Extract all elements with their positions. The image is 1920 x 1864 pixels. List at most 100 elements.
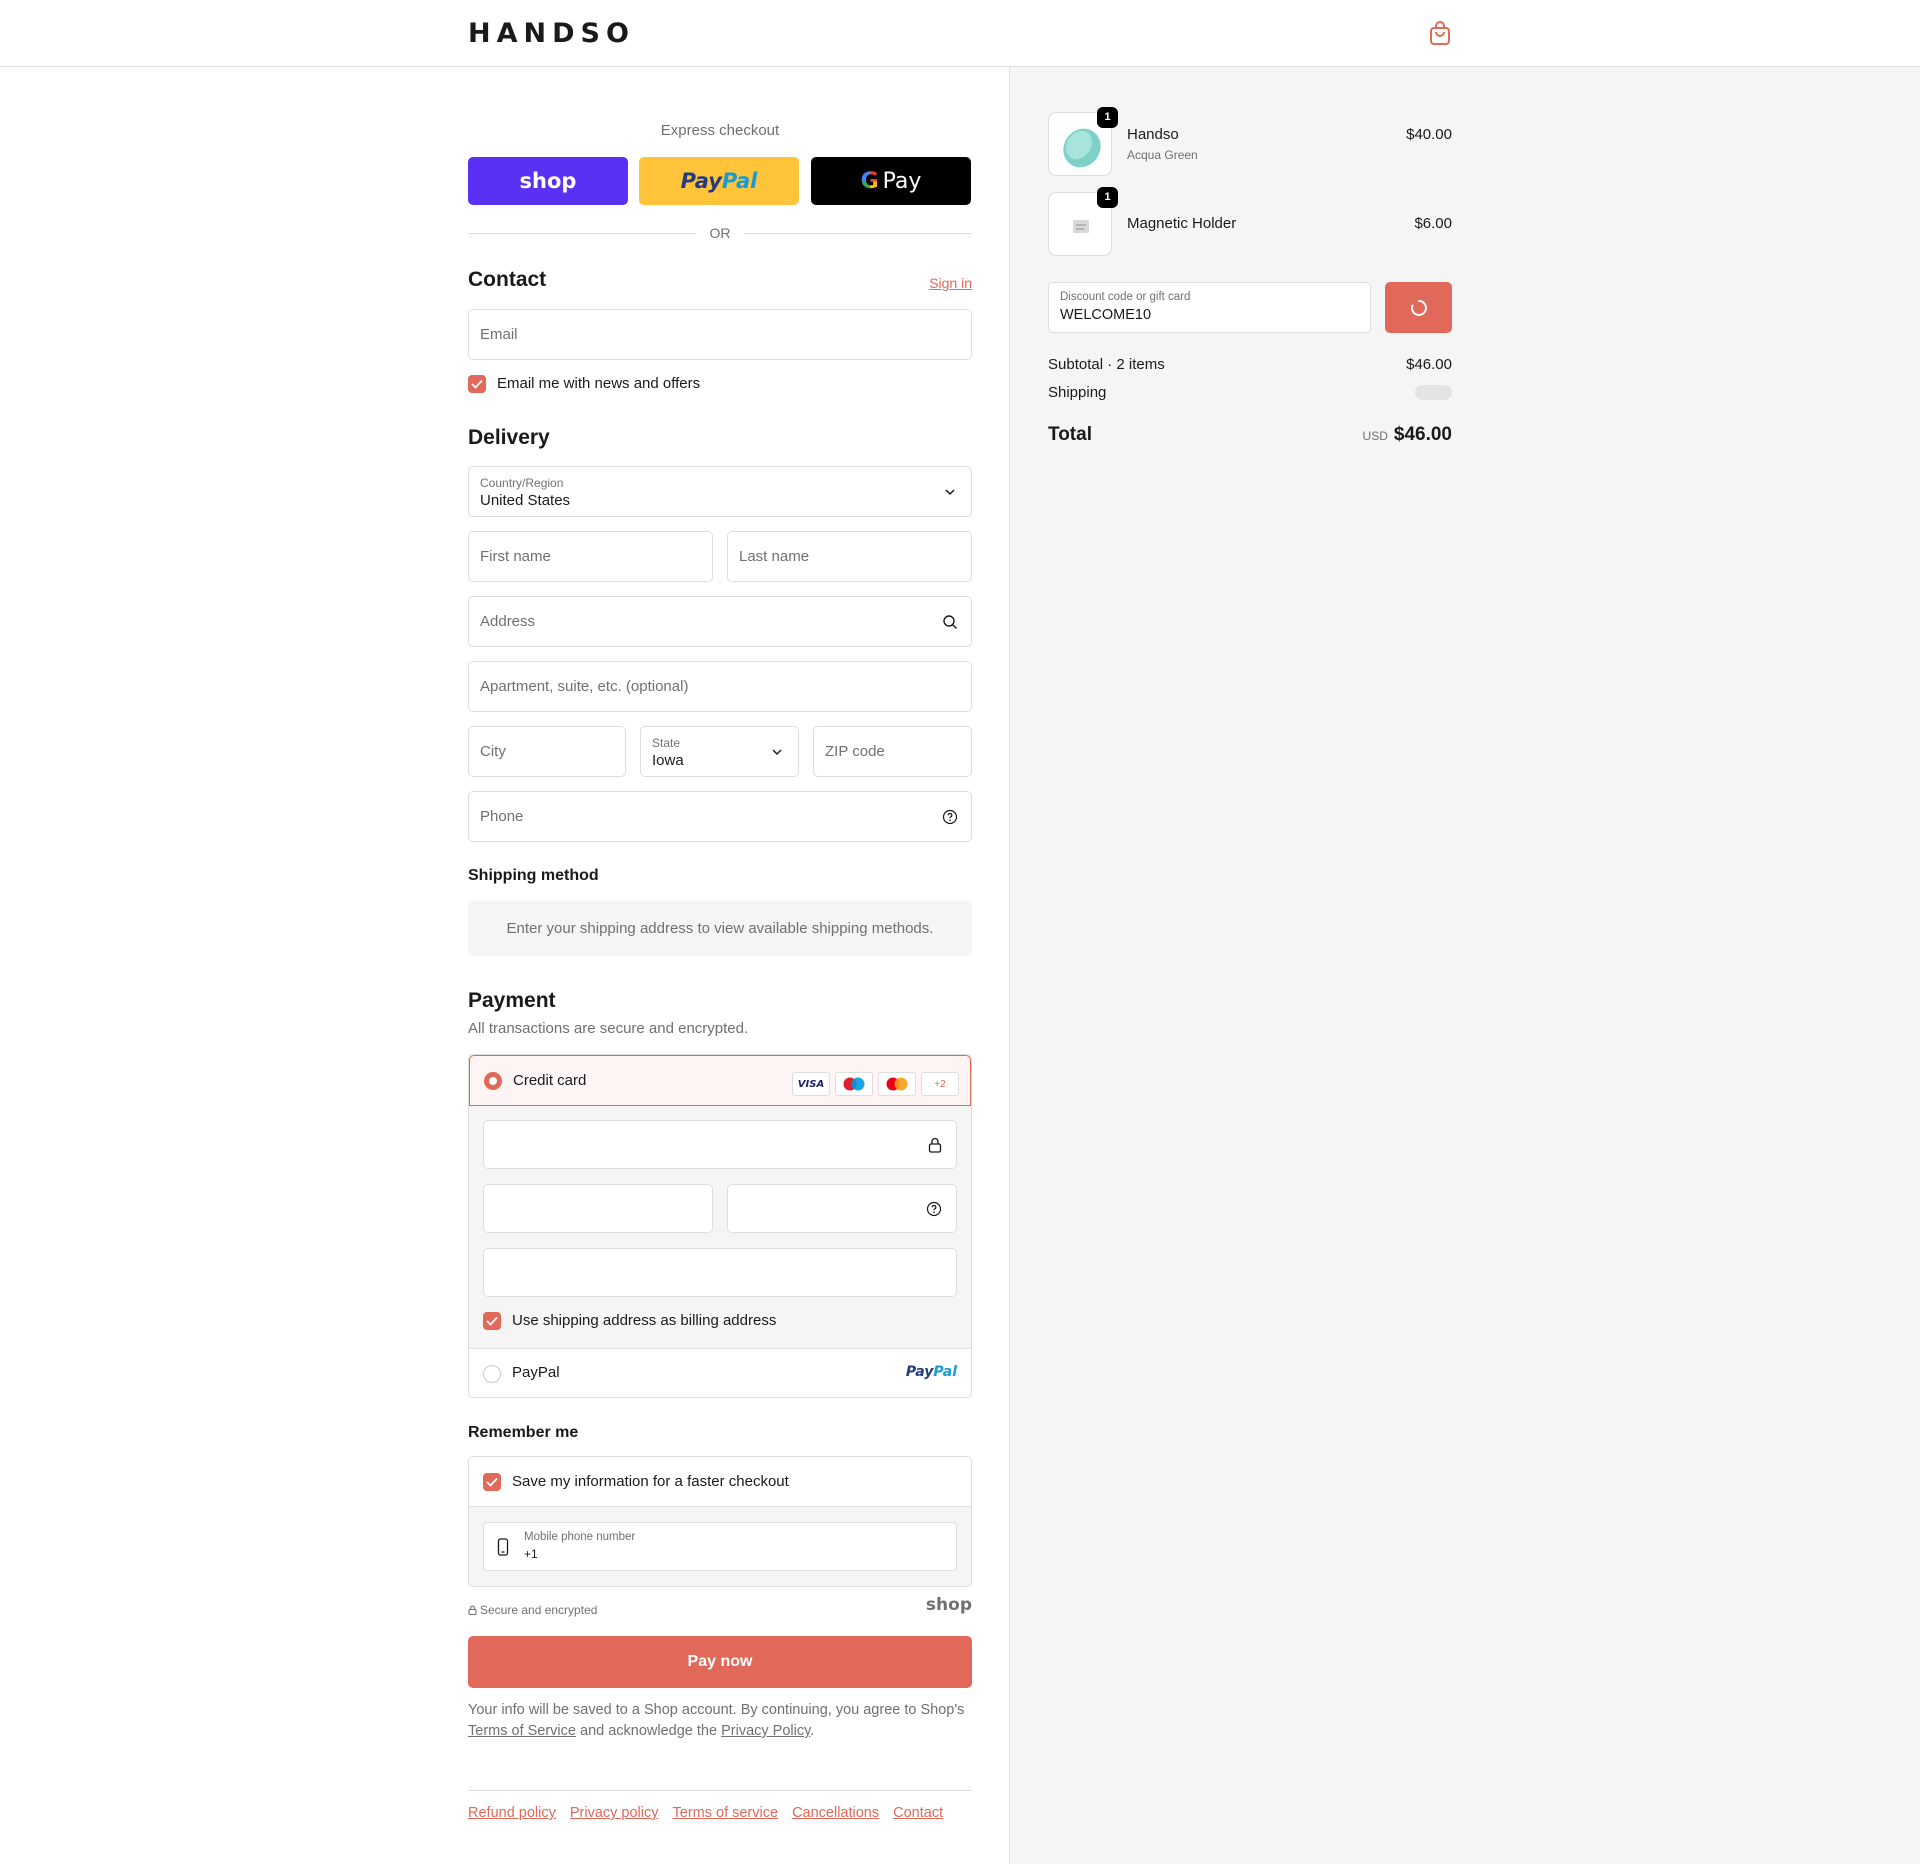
search-icon bbox=[943, 615, 957, 629]
credit-card-label: Credit card bbox=[513, 1072, 587, 1089]
brand-logo[interactable]: HANDSO bbox=[468, 18, 635, 49]
credit-card-option[interactable]: Credit card VISA +2 bbox=[469, 1055, 971, 1106]
state-select[interactable]: State Iowa bbox=[640, 726, 799, 777]
credit-card-radio[interactable] bbox=[484, 1072, 502, 1090]
visa-icon: VISA bbox=[792, 1072, 830, 1096]
remember-me-box: Save my information for a faster checkou… bbox=[468, 1456, 972, 1587]
paypal-radio[interactable] bbox=[483, 1365, 501, 1383]
item-price: $40.00 bbox=[1406, 126, 1452, 143]
shop-pay-button[interactable]: shop bbox=[468, 157, 628, 205]
visa-label: VISA bbox=[797, 1078, 825, 1090]
chevron-down-icon bbox=[945, 489, 955, 496]
credit-card-form: Use shipping address as billing address bbox=[469, 1106, 971, 1349]
card-number-field[interactable] bbox=[483, 1120, 957, 1169]
item-name: Handso bbox=[1127, 126, 1179, 143]
apply-discount-button[interactable] bbox=[1385, 282, 1452, 333]
item-variant: Acqua Green bbox=[1127, 148, 1198, 162]
footer-privacy-policy[interactable]: Privacy policy bbox=[570, 1805, 659, 1821]
help-circle-icon[interactable] bbox=[942, 809, 958, 825]
shipping-loading-placeholder bbox=[1415, 385, 1452, 400]
footer-refund-policy[interactable]: Refund policy bbox=[468, 1805, 556, 1821]
name-on-card-field[interactable] bbox=[483, 1248, 957, 1297]
save-info-checkbox[interactable] bbox=[483, 1473, 501, 1491]
more-cards-label: +2 bbox=[934, 1078, 946, 1090]
phone-placeholder: Phone bbox=[480, 808, 524, 825]
expiry-field[interactable] bbox=[483, 1184, 713, 1233]
google-g-icon: G bbox=[860, 168, 879, 194]
cart-bag-icon[interactable] bbox=[1428, 20, 1452, 46]
google-pay-button[interactable]: G Pay bbox=[811, 157, 971, 205]
total-value: $46.00 bbox=[1393, 424, 1452, 445]
footer-cancellations[interactable]: Cancellations bbox=[792, 1805, 879, 1821]
zip-placeholder: ZIP code bbox=[825, 743, 885, 760]
mobile-label: Mobile phone number bbox=[524, 1531, 636, 1543]
address-field[interactable]: Address bbox=[468, 596, 972, 647]
more-cards-badge: +2 bbox=[921, 1072, 959, 1096]
last-name-field[interactable]: Last name bbox=[727, 531, 972, 582]
paypal-express-button[interactable]: Pay Pal bbox=[639, 157, 799, 205]
last-name-placeholder: Last name bbox=[739, 548, 810, 565]
order-summary-panel bbox=[1009, 67, 1920, 1864]
address-placeholder: Address bbox=[480, 613, 536, 630]
billing-same-label: Use shipping address as billing address bbox=[512, 1312, 777, 1329]
email-field[interactable]: Email bbox=[468, 309, 972, 360]
check-icon bbox=[486, 1316, 498, 1326]
lock-icon bbox=[928, 1137, 942, 1153]
payment-methods: Credit card VISA +2 Use shipping address… bbox=[468, 1054, 972, 1398]
delivery-title: Delivery bbox=[468, 426, 550, 449]
lock-icon bbox=[468, 1605, 477, 1616]
shop-logo: shop bbox=[925, 1595, 972, 1615]
subtotal-value: $46.00 bbox=[1406, 356, 1452, 373]
express-checkout-label: Express checkout bbox=[660, 122, 780, 139]
discount-value: WELCOME10 bbox=[1060, 307, 1152, 323]
first-name-field[interactable]: First name bbox=[468, 531, 713, 582]
paypal-logo-b: Pal bbox=[933, 1364, 957, 1380]
or-divider: OR bbox=[468, 223, 972, 243]
chevron-down-icon bbox=[772, 749, 782, 756]
item-name: Magnetic Holder bbox=[1127, 215, 1237, 232]
apartment-field[interactable]: Apartment, suite, etc. (optional) bbox=[468, 661, 972, 712]
spinner-icon bbox=[1410, 299, 1427, 316]
check-icon bbox=[486, 1477, 498, 1487]
mobile-phone-field[interactable]: Mobile phone number +1 bbox=[483, 1522, 957, 1571]
shipping-method-message: Enter your shipping address to view avai… bbox=[468, 901, 972, 956]
state-label: State bbox=[652, 736, 681, 750]
country-select[interactable]: Country/Region United States bbox=[468, 466, 972, 517]
pay-now-button[interactable]: Pay now bbox=[468, 1636, 972, 1688]
mobile-phone-icon bbox=[497, 1538, 509, 1556]
terms-of-service-link[interactable]: Terms of Service bbox=[468, 1723, 576, 1739]
sign-in-link[interactable]: Sign in bbox=[929, 275, 972, 291]
secure-note: Secure and encrypted bbox=[468, 1603, 597, 1617]
qty-badge: 1 bbox=[1097, 107, 1118, 128]
maestro-icon bbox=[835, 1072, 873, 1096]
country-label: Country/Region bbox=[480, 476, 564, 490]
payment-title: Payment bbox=[468, 989, 556, 1012]
subtotal-label: Subtotal · 2 items bbox=[1048, 356, 1165, 373]
secure-label: Secure and encrypted bbox=[480, 1603, 598, 1617]
contact-title: Contact bbox=[468, 268, 547, 291]
paypal-option[interactable]: PayPal PayPal bbox=[469, 1349, 971, 1397]
check-icon bbox=[471, 379, 483, 389]
shipping-method-title: Shipping method bbox=[468, 867, 599, 884]
billing-same-checkbox[interactable] bbox=[483, 1312, 501, 1330]
paypal-option-label: PayPal bbox=[512, 1364, 560, 1381]
first-name-placeholder: First name bbox=[480, 548, 551, 565]
security-code-field[interactable] bbox=[727, 1184, 957, 1233]
country-value: United States bbox=[480, 492, 571, 509]
header: HANDSO bbox=[0, 0, 1920, 67]
email-placeholder: Email bbox=[480, 326, 518, 343]
privacy-policy-link[interactable]: Privacy Policy bbox=[721, 1723, 810, 1739]
city-field[interactable]: City bbox=[468, 726, 626, 777]
phone-field[interactable]: Phone bbox=[468, 791, 972, 842]
news-offers-checkbox[interactable] bbox=[468, 375, 486, 393]
save-info-row: Save my information for a faster checkou… bbox=[469, 1457, 971, 1507]
discount-code-field[interactable]: Discount code or gift card WELCOME10 bbox=[1048, 282, 1371, 333]
legal-part2: and acknowledge the bbox=[575, 1723, 722, 1739]
mobile-value: +1 bbox=[524, 1547, 538, 1561]
legal-part3: . bbox=[810, 1723, 815, 1739]
footer-contact[interactable]: Contact bbox=[893, 1805, 943, 1821]
footer-terms-of-service[interactable]: Terms of service bbox=[673, 1805, 779, 1821]
zip-field[interactable]: ZIP code bbox=[813, 726, 972, 777]
or-label: OR bbox=[709, 225, 731, 241]
currency-code: USD bbox=[1362, 429, 1388, 443]
